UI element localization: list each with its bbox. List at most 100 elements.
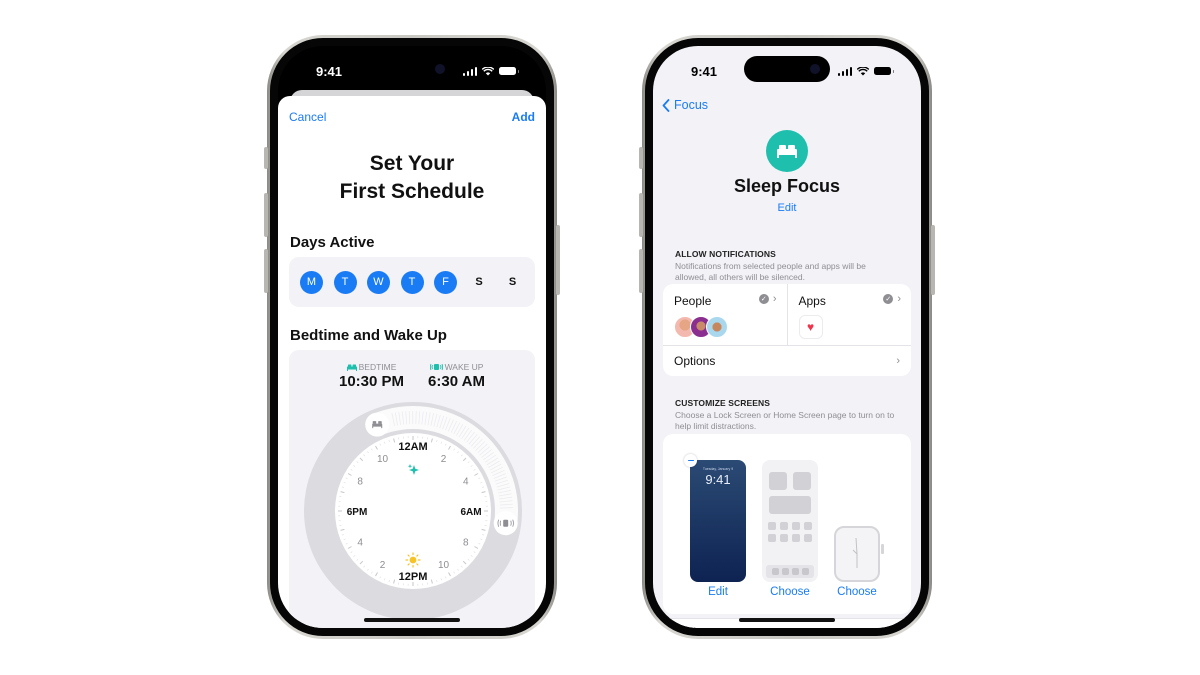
day-toggle-wednesday[interactable]: W (367, 270, 390, 294)
clock-label-hour: 4 (463, 477, 469, 488)
clock-label-hour: 4 (357, 538, 363, 549)
wakeup-readout: WAKE UP 6:30 AM (428, 362, 485, 390)
phone-schedule: 9:41 Cancel Add Set Your First Schedule … (264, 35, 560, 639)
people-label: People (674, 294, 712, 308)
bedtime-handle[interactable] (365, 412, 390, 437)
choose-watch-face-button[interactable]: Choose (829, 586, 885, 598)
volume-up-button (264, 193, 268, 237)
people-cell[interactable]: People ✓ › (663, 284, 787, 345)
customize-screens-description: Choose a Lock Screen or Home Screen page… (675, 410, 895, 431)
customize-screens-header: CUSTOMIZE SCREENS (675, 398, 771, 408)
clock-label-6pm: 6PM (347, 507, 368, 518)
bedtime-value: 10:30 PM (338, 373, 405, 390)
day-toggle-tuesday[interactable]: T (333, 270, 357, 294)
focus-title: Sleep Focus (733, 176, 841, 196)
clock-label-hour: 2 (441, 454, 447, 465)
clock-label-hour: 10 (377, 454, 389, 465)
wakeup-handle[interactable] (493, 511, 518, 536)
bedtime-heading: Bedtime and Wake Up (290, 327, 447, 344)
wifi-icon (857, 66, 869, 75)
lock-screen-time: 9:41 (705, 472, 731, 487)
status-time: 9:41 (691, 63, 718, 79)
apps-cell[interactable]: Apps ✓ › ♥ (786, 284, 912, 345)
back-button[interactable]: Focus (662, 98, 708, 112)
cellular-signal-icon (462, 66, 477, 76)
volume-down-button (639, 249, 643, 293)
title-line-2: First Schedule (339, 180, 485, 203)
day-toggle-sunday[interactable]: S (501, 271, 524, 294)
chevron-right-icon: › (772, 293, 777, 305)
add-button[interactable]: Add (512, 110, 535, 124)
wakeup-value: 6:30 AM (428, 373, 485, 390)
options-row[interactable]: Options › (663, 346, 911, 376)
volume-down-button (264, 249, 268, 293)
notifications-card: People ✓ › Apps ✓ › ♥ Options › (663, 284, 911, 376)
clock-label-hour: 8 (463, 538, 469, 549)
home-indicator[interactable] (364, 618, 460, 622)
allow-notifications-description: Notifications from selected people and a… (675, 261, 866, 282)
volume-up-button (639, 193, 643, 237)
apps-label: Apps (798, 294, 826, 308)
action-button (639, 147, 643, 169)
watch-hands-icon (852, 537, 858, 568)
action-button (264, 147, 268, 169)
bedtime-readout: BEDTIME 10:30 PM (339, 362, 404, 390)
bed-icon (346, 364, 357, 371)
dynamic-island (369, 56, 455, 82)
chevron-left-icon (662, 98, 670, 112)
wifi-icon (482, 66, 494, 75)
day-toggle-friday[interactable]: F (434, 270, 457, 294)
cancel-button[interactable]: Cancel (289, 110, 326, 124)
home-screen-preview[interactable] (762, 460, 818, 582)
day-toggle-monday[interactable]: M (300, 270, 323, 294)
sleep-clock-dial[interactable]: 12AM 6AM 12PM 6PM 2 4 8 10 8 4 2 10 (303, 400, 523, 628)
back-label: Focus (674, 98, 709, 112)
clock-label-hour: 8 (357, 477, 363, 488)
bedtime-label: BEDTIME (358, 362, 397, 372)
chevron-right-icon: › (897, 293, 901, 305)
allow-notifications-header: ALLOW NOTIFICATIONS (675, 249, 776, 259)
chevron-right-icon: › (896, 355, 900, 367)
page-title: Set Your First Schedule (278, 150, 546, 206)
alarm-icon (497, 519, 514, 527)
side-button (556, 225, 560, 295)
customize-screens-card: Tuesday, January 9 9:41 Edit Choose Choo… (663, 434, 911, 614)
cellular-signal-icon (837, 66, 852, 76)
avatar (706, 316, 728, 338)
sleep-focus-icon (766, 130, 808, 172)
clock-label-hour: 2 (380, 560, 386, 571)
phone-sleep-focus: 9:41 Focus Sleep Focus Edit ALLOW NOTIFI… (639, 35, 935, 639)
day-toggle-saturday[interactable]: S (468, 271, 491, 294)
side-button (931, 225, 935, 295)
watch-face-preview[interactable] (834, 526, 884, 582)
health-app-icon: ♥ (798, 315, 823, 339)
home-indicator[interactable] (739, 618, 835, 622)
title-line-1: Set Your (369, 152, 455, 175)
clock-label-12pm: 12PM (399, 571, 428, 583)
battery-icon (874, 67, 894, 75)
clock-label-hour: 10 (438, 560, 450, 571)
days-picker: M T W T F S S (289, 257, 535, 307)
edit-focus-button[interactable]: Edit (653, 202, 921, 214)
edit-lock-screen-button[interactable]: Edit (690, 586, 746, 598)
sleep-schedule-card: BEDTIME 10:30 PM WAKE UP 6:30 AM 12AM 6A… (289, 350, 535, 628)
battery-icon (499, 67, 519, 75)
options-label: Options (674, 625, 715, 628)
dynamic-island (744, 56, 830, 82)
people-avatars (674, 316, 776, 338)
lock-screen-preview[interactable]: Tuesday, January 9 9:41 (684, 454, 746, 582)
days-active-heading: Days Active (290, 234, 375, 251)
choose-home-screen-button[interactable]: Choose (762, 586, 818, 598)
checkmark-badge-icon: ✓ (883, 294, 894, 304)
bed-icon (777, 145, 797, 158)
checkmark-badge-icon: ✓ (758, 294, 769, 304)
status-time: 9:41 (316, 63, 343, 79)
remove-icon[interactable] (684, 454, 697, 467)
wakeup-label: WAKE UP (444, 362, 484, 372)
alarm-icon (429, 363, 443, 371)
options-label: Options (674, 354, 716, 368)
clock-label-6am: 6AM (460, 507, 481, 518)
schedule-sheet: Cancel Add Set Your First Schedule Days … (278, 96, 546, 628)
day-toggle-thursday[interactable]: T (400, 270, 424, 294)
lock-screen-date: Tuesday, January 9 (702, 467, 734, 471)
